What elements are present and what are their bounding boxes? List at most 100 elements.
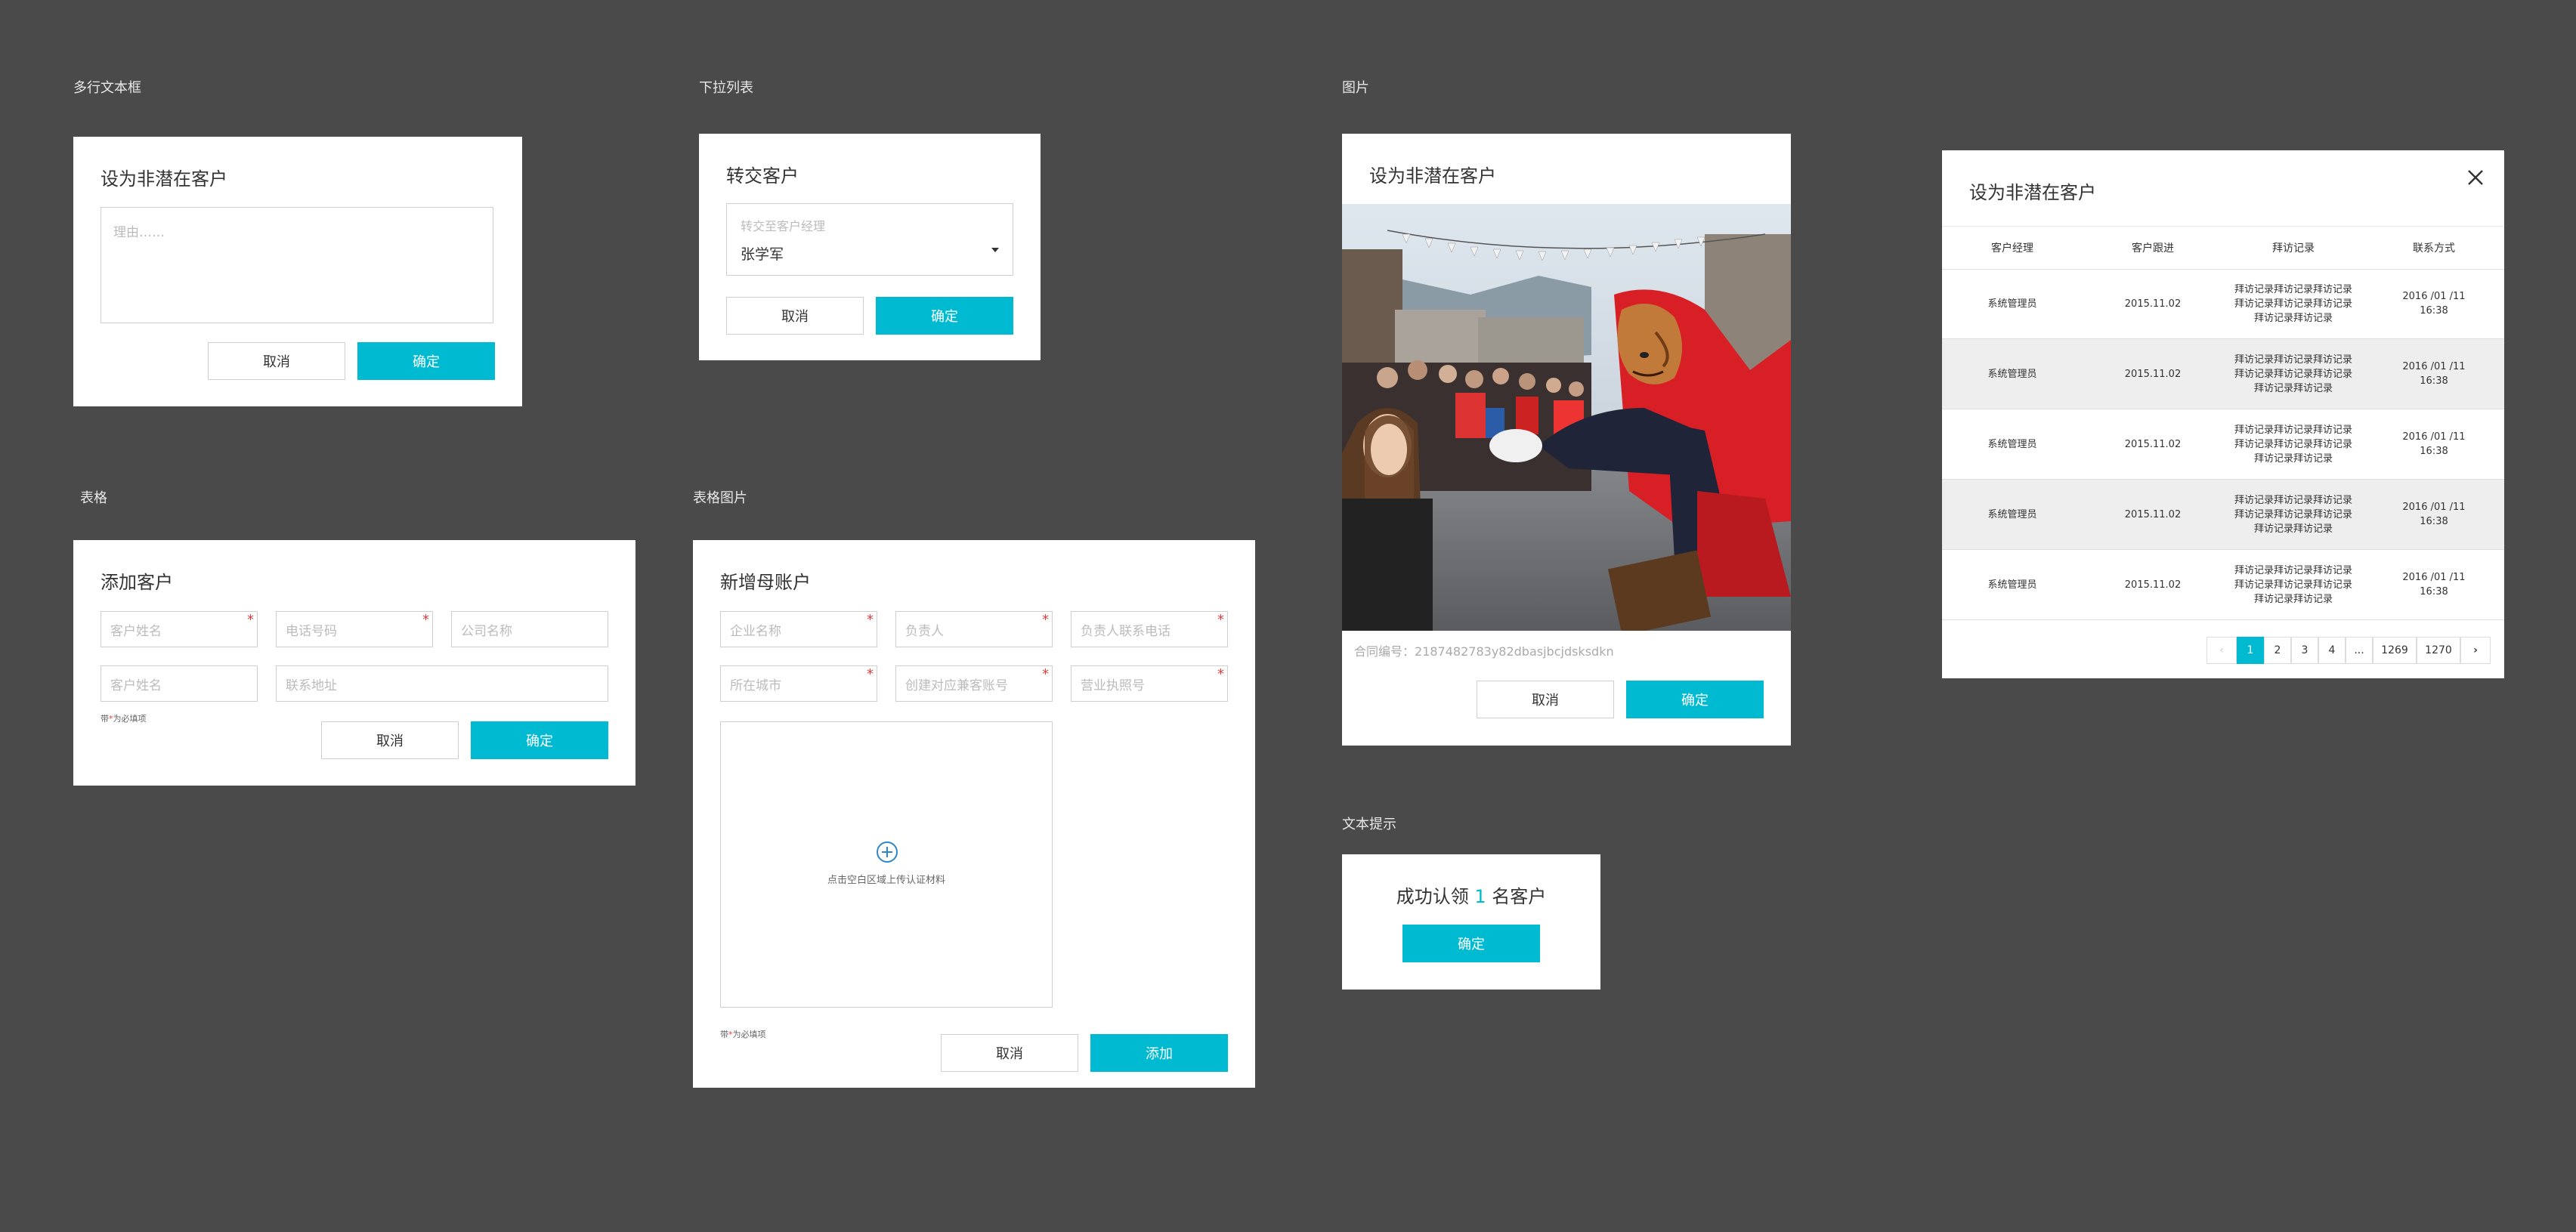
reason-placeholder: 理由…… xyxy=(113,225,165,240)
contact-time: 16:38 xyxy=(2420,516,2448,527)
contract-label: 合同编号： xyxy=(1354,644,1415,659)
message-prefix: 成功认领 xyxy=(1396,886,1469,907)
cell-visit: 拜访记录拜访记录拜访记录 拜访记录拜访记录拜访记录 拜访记录拜访记录 xyxy=(2223,550,2364,619)
contact-date: 2016 /01 /11 xyxy=(2402,361,2466,372)
confirm-button[interactable]: 确定 xyxy=(876,297,1013,335)
field-placeholder: 电话号码 xyxy=(286,623,337,639)
field-placeholder: 联系地址 xyxy=(286,678,337,693)
image-dialog: 设为非潜在客户 合同编号：2187482783y82dbasjbcjdsksdk… xyxy=(1342,134,1791,746)
required-note: 带*为必填项 xyxy=(101,714,147,724)
section-label-table-image: 表格图片 xyxy=(693,490,747,506)
column-header-visit: 拜访记录 xyxy=(2272,242,2315,255)
visit-line: 拜访记录拜访记录 xyxy=(2253,382,2333,394)
required-mark: * xyxy=(1217,612,1224,628)
prev-page-button[interactable]: ‹ xyxy=(2206,637,2237,664)
customer-name-input-2[interactable]: 客户姓名 xyxy=(101,665,258,702)
confirm-button[interactable]: 确定 xyxy=(1626,681,1764,718)
page-button[interactable]: 1 xyxy=(2237,637,2264,664)
table-row[interactable]: 系统管理员 2015.11.02 拜访记录拜访记录拜访记录 拜访记录拜访记录拜访… xyxy=(1942,409,2504,480)
cell-visit: 拜访记录拜访记录拜访记录 拜访记录拜访记录拜访记录 拜访记录拜访记录 xyxy=(2223,480,2364,549)
cancel-button[interactable]: 取消 xyxy=(1477,681,1614,718)
license-input[interactable]: 营业执照号 * xyxy=(1071,665,1228,702)
close-icon[interactable] xyxy=(2465,167,2486,188)
contact-time: 16:38 xyxy=(2420,446,2448,457)
page-button[interactable]: 3 xyxy=(2291,637,2318,664)
cs-account-input[interactable]: 创建对应兼客账号 * xyxy=(895,665,1053,702)
table-row[interactable]: 系统管理员 2015.11.02 拜访记录拜访记录拜访记录 拜访记录拜访记录拜访… xyxy=(1942,339,2504,409)
phone-input[interactable]: 电话号码 * xyxy=(276,611,433,647)
customer-name-input[interactable]: 客户姓名 * xyxy=(101,611,258,647)
table-row[interactable]: 系统管理员 2015.11.02 拜访记录拜访记录拜访记录 拜访记录拜访记录拜访… xyxy=(1942,269,2504,339)
visit-line: 拜访记录拜访记录拜访记录 xyxy=(2234,283,2352,295)
visit-line: 拜访记录拜访记录 xyxy=(2253,593,2333,605)
field-placeholder: 负责人 xyxy=(905,623,944,639)
column-header-manager: 客户经理 xyxy=(1991,242,2033,255)
cell-contact: 2016 /01 /11 16:38 xyxy=(2364,409,2504,479)
visit-line: 拜访记录拜访记录拜访记录 xyxy=(2234,368,2352,380)
contact-time: 16:38 xyxy=(2420,375,2448,387)
table-row[interactable]: 系统管理员 2015.11.02 拜访记录拜访记录拜访记录 拜访记录拜访记录拜访… xyxy=(1942,550,2504,620)
required-mark: * xyxy=(1042,612,1049,628)
table-header: 客户经理 客户跟进 拜访记录 联系方式 xyxy=(1942,226,2504,270)
cell-visit: 拜访记录拜访记录拜访记录 拜访记录拜访记录拜访记录 拜访记录拜访记录 xyxy=(2223,409,2364,479)
success-message: 成功认领 1 名客户 xyxy=(1342,882,1600,908)
confirm-button[interactable]: 确定 xyxy=(1402,925,1540,962)
company-input[interactable]: 公司名称 xyxy=(451,611,608,647)
field-placeholder: 营业执照号 xyxy=(1081,678,1145,693)
table-dialog: 设为非潜在客户 客户经理 客户跟进 拜访记录 联系方式 系统管理员 2015.1… xyxy=(1942,150,2504,678)
add-button[interactable]: 添加 xyxy=(1090,1034,1228,1072)
cell-manager: 系统管理员 xyxy=(1987,368,2037,380)
required-mark: * xyxy=(1217,666,1224,682)
cell-followup: 2015.11.02 xyxy=(2124,368,2182,380)
section-label-image: 图片 xyxy=(1342,80,1369,96)
contact-date: 2016 /01 /11 xyxy=(2402,431,2466,443)
visit-line: 拜访记录拜访记录拜访记录 xyxy=(2234,564,2352,576)
confirm-button[interactable]: 确定 xyxy=(471,721,608,759)
dialog-title: 转交客户 xyxy=(726,165,799,187)
cell-followup: 2015.11.02 xyxy=(2124,508,2182,520)
dialog-title: 设为非潜在客户 xyxy=(101,168,227,190)
visit-line: 拜访记录拜访记录 xyxy=(2253,312,2333,324)
cell-manager: 系统管理员 xyxy=(1987,298,2037,310)
contact-time: 16:38 xyxy=(2420,305,2448,316)
required-star: * xyxy=(109,714,113,724)
column-header-followup: 客户跟进 xyxy=(2132,242,2174,255)
cell-contact: 2016 /01 /11 16:38 xyxy=(2364,269,2504,338)
contact-date: 2016 /01 /11 xyxy=(2402,502,2466,513)
visit-line: 拜访记录拜访记录 xyxy=(2253,452,2333,465)
confirm-button[interactable]: 确定 xyxy=(357,342,495,380)
reason-textarea[interactable]: 理由…… xyxy=(101,207,493,323)
required-star: * xyxy=(728,1030,733,1039)
page-button[interactable]: 1269 xyxy=(2373,637,2417,664)
field-placeholder: 所在城市 xyxy=(730,678,781,693)
cell-contact: 2016 /01 /11 16:38 xyxy=(2364,480,2504,549)
cell-followup: 2015.11.02 xyxy=(2124,438,2182,450)
owner-input[interactable]: 负责人 * xyxy=(895,611,1053,647)
message-suffix: 名客户 xyxy=(1492,886,1547,907)
page-button[interactable]: 4 xyxy=(2318,637,2346,664)
upload-area[interactable]: 点击空白区域上传认证材料 xyxy=(720,721,1053,1008)
cancel-button[interactable]: 取消 xyxy=(726,297,864,335)
contact-date: 2016 /01 /11 xyxy=(2402,291,2466,302)
manager-select[interactable]: 转交至客户经理 张学军 xyxy=(726,203,1013,276)
field-placeholder: 企业名称 xyxy=(730,623,781,639)
owner-phone-input[interactable]: 负责人联系电话 * xyxy=(1071,611,1228,647)
cancel-button[interactable]: 取消 xyxy=(321,721,459,759)
company-name-input[interactable]: 企业名称 * xyxy=(720,611,877,647)
field-placeholder: 公司名称 xyxy=(461,623,512,639)
carnival-photo xyxy=(1342,204,1791,631)
cell-contact: 2016 /01 /11 16:38 xyxy=(2364,339,2504,409)
next-page-button[interactable]: › xyxy=(2460,637,2491,664)
cell-followup: 2015.11.02 xyxy=(2124,298,2182,310)
success-tip-dialog: 成功认领 1 名客户 确定 xyxy=(1342,854,1600,990)
city-input[interactable]: 所在城市 * xyxy=(720,665,877,702)
table-row[interactable]: 系统管理员 2015.11.02 拜访记录拜访记录拜访记录 拜访记录拜访记录拜访… xyxy=(1942,480,2504,550)
contact-time: 16:38 xyxy=(2420,586,2448,597)
section-label-textarea: 多行文本框 xyxy=(73,80,141,96)
page-button[interactable]: 2 xyxy=(2264,637,2291,664)
select-label: 转交至客户经理 xyxy=(741,219,826,233)
cancel-button[interactable]: 取消 xyxy=(941,1034,1078,1072)
cancel-button[interactable]: 取消 xyxy=(208,342,345,380)
page-button[interactable]: 1270 xyxy=(2417,637,2460,664)
address-input[interactable]: 联系地址 xyxy=(276,665,608,702)
